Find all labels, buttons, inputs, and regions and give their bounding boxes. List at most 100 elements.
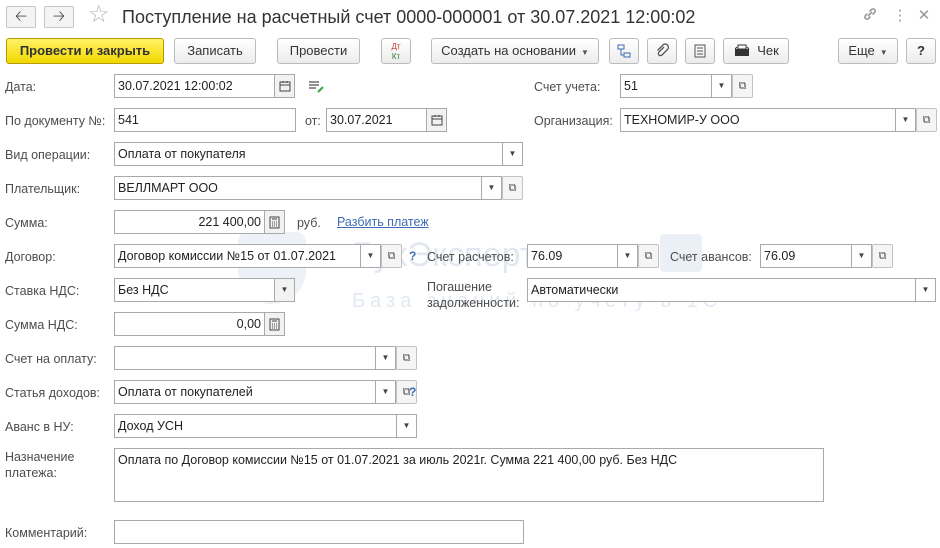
organization-dropdown[interactable]: ▼ [895, 108, 916, 132]
chevron-down-icon: ▼ [623, 251, 632, 260]
contract-dropdown[interactable]: ▼ [360, 244, 381, 268]
calculator-icon [269, 216, 280, 229]
doc-date-calendar-button[interactable] [426, 108, 447, 132]
forward-button[interactable]: 🡢 [44, 6, 74, 28]
chevron-down-icon: ▼ [901, 115, 910, 124]
settlement-account-field[interactable]: 76.09 [527, 244, 618, 268]
vat-rate-field[interactable]: Без НДС [114, 278, 275, 302]
income-item-help-icon[interactable]: ? [409, 385, 416, 399]
paperclip-icon [657, 43, 670, 57]
advance-account-open-button[interactable]: ⧉ [872, 244, 893, 268]
advance-account-dropdown[interactable]: ▼ [851, 244, 872, 268]
more-label: Еще [848, 43, 875, 58]
account-open-button[interactable]: ⧉ [732, 74, 753, 98]
comment-label: Комментарий: [5, 526, 88, 540]
chevron-down-icon: ▼ [921, 285, 930, 294]
edit-document-icon[interactable] [307, 80, 325, 97]
payment-purpose-label-line1: Назначение [5, 450, 75, 464]
chevron-down-icon: ▼ [381, 353, 390, 362]
doc-number-label: По документу №: [5, 114, 106, 128]
organization-field[interactable]: ТЕХНОМИР-У ООО [620, 108, 896, 132]
open-window-icon: ⧉ [402, 352, 411, 364]
operation-type-dropdown[interactable]: ▼ [502, 142, 523, 166]
save-button[interactable]: Записать [174, 38, 256, 64]
debt-repayment-field[interactable]: Автоматически [527, 278, 916, 302]
doc-date-field[interactable]: 30.07.2021 [326, 108, 427, 132]
debt-repayment-label-line2: задолженности: [427, 296, 520, 310]
calendar-icon [431, 115, 442, 126]
open-window-icon: ⧉ [878, 250, 887, 262]
currency-label: руб. [297, 216, 321, 230]
split-payment-link[interactable]: Разбить платеж [337, 215, 429, 229]
contract-open-button[interactable]: ⧉ [381, 244, 402, 268]
attach-button[interactable] [647, 38, 677, 64]
contract-field[interactable]: Договор комиссии №15 от 01.07.2021 [114, 244, 361, 268]
account-field[interactable]: 51 [620, 74, 712, 98]
invoice-field[interactable] [114, 346, 376, 370]
calculator-icon [269, 318, 280, 331]
debt-repayment-label-line1: Погашение [427, 280, 492, 294]
create-based-on-label: Создать на основании [441, 43, 576, 58]
operation-type-label: Вид операции: [5, 148, 91, 162]
date-label: Дата: [5, 80, 37, 94]
structure-button[interactable] [609, 38, 639, 64]
more-vertical-icon[interactable]: ⋮ [890, 6, 910, 26]
payer-field[interactable]: ВЕЛЛМАРТ ООО [114, 176, 482, 200]
account-label: Счет учета: [534, 80, 601, 94]
contract-label: Договор: [5, 250, 56, 264]
contract-help-icon[interactable]: ? [409, 249, 416, 263]
star-icon[interactable]: ☆ [88, 2, 110, 28]
arrow-left-icon: 🡠 [14, 8, 28, 25]
dt-kt-button[interactable]: Дт Кт [381, 38, 411, 64]
debt-repayment-dropdown[interactable]: ▼ [915, 278, 936, 302]
operation-type-field[interactable]: Оплата от покупателя [114, 142, 503, 166]
organization-open-button[interactable]: ⧉ [916, 108, 937, 132]
comment-field[interactable] [114, 520, 524, 544]
post-button[interactable]: Провести [277, 38, 360, 64]
chevron-down-icon: ▼ [879, 48, 888, 57]
chevron-down-icon: ▼ [508, 149, 517, 158]
help-button[interactable]: ? [906, 38, 936, 64]
dt-label: Дт [391, 42, 401, 51]
income-item-dropdown[interactable]: ▼ [375, 380, 396, 404]
open-window-icon: ⧉ [387, 250, 396, 262]
receipt-button[interactable]: Чек [723, 38, 789, 64]
vat-rate-dropdown[interactable]: ▼ [274, 278, 295, 302]
open-window-icon: ⧉ [922, 114, 931, 126]
advance-account-field[interactable]: 76.09 [760, 244, 852, 268]
close-icon[interactable]: ✕ [914, 6, 934, 26]
invoice-dropdown[interactable]: ▼ [375, 346, 396, 370]
payment-purpose-field[interactable]: Оплата по Договор комиссии №15 от 01.07.… [114, 448, 824, 502]
payer-open-button[interactable]: ⧉ [502, 176, 523, 200]
date-field[interactable]: 30.07.2021 12:00:02 [114, 74, 275, 98]
back-button[interactable]: 🡠 [6, 6, 36, 28]
amount-field[interactable]: 221 400,00 [114, 210, 265, 234]
create-based-on-button[interactable]: Создать на основании ▼ [431, 38, 599, 64]
advance-account-label: Счет авансов: [670, 250, 752, 264]
income-item-field[interactable]: Оплата от покупателей [114, 380, 376, 404]
invoice-label: Счет на оплату: [5, 352, 97, 366]
account-dropdown[interactable]: ▼ [711, 74, 732, 98]
payer-label: Плательщик: [5, 182, 81, 196]
settlement-account-label: Счет расчетов: [427, 250, 514, 264]
doc-number-field[interactable]: 541 [114, 108, 296, 132]
open-window-icon: ⧉ [644, 250, 653, 262]
settlement-account-open-button[interactable]: ⧉ [638, 244, 659, 268]
amount-calculator-button[interactable] [264, 210, 285, 234]
calendar-button[interactable] [274, 74, 295, 98]
settlement-account-dropdown[interactable]: ▼ [617, 244, 638, 268]
payer-dropdown[interactable]: ▼ [481, 176, 502, 200]
amount-label: Сумма: [5, 216, 48, 230]
advance-tax-dropdown[interactable]: ▼ [396, 414, 417, 438]
open-window-icon: ⧉ [738, 80, 747, 92]
link-icon[interactable] [860, 6, 880, 26]
doc-date-label: от: [305, 114, 321, 128]
post-and-close-button[interactable]: Провести и закрыть [6, 38, 164, 64]
invoice-open-button[interactable]: ⧉ [396, 346, 417, 370]
vat-amount-calculator-button[interactable] [264, 312, 285, 336]
print-button[interactable] [685, 38, 715, 64]
advance-tax-field[interactable]: Доход УСН [114, 414, 397, 438]
more-button[interactable]: Еще ▼ [838, 38, 898, 64]
chevron-down-icon: ▼ [580, 48, 589, 57]
vat-amount-field[interactable]: 0,00 [114, 312, 265, 336]
